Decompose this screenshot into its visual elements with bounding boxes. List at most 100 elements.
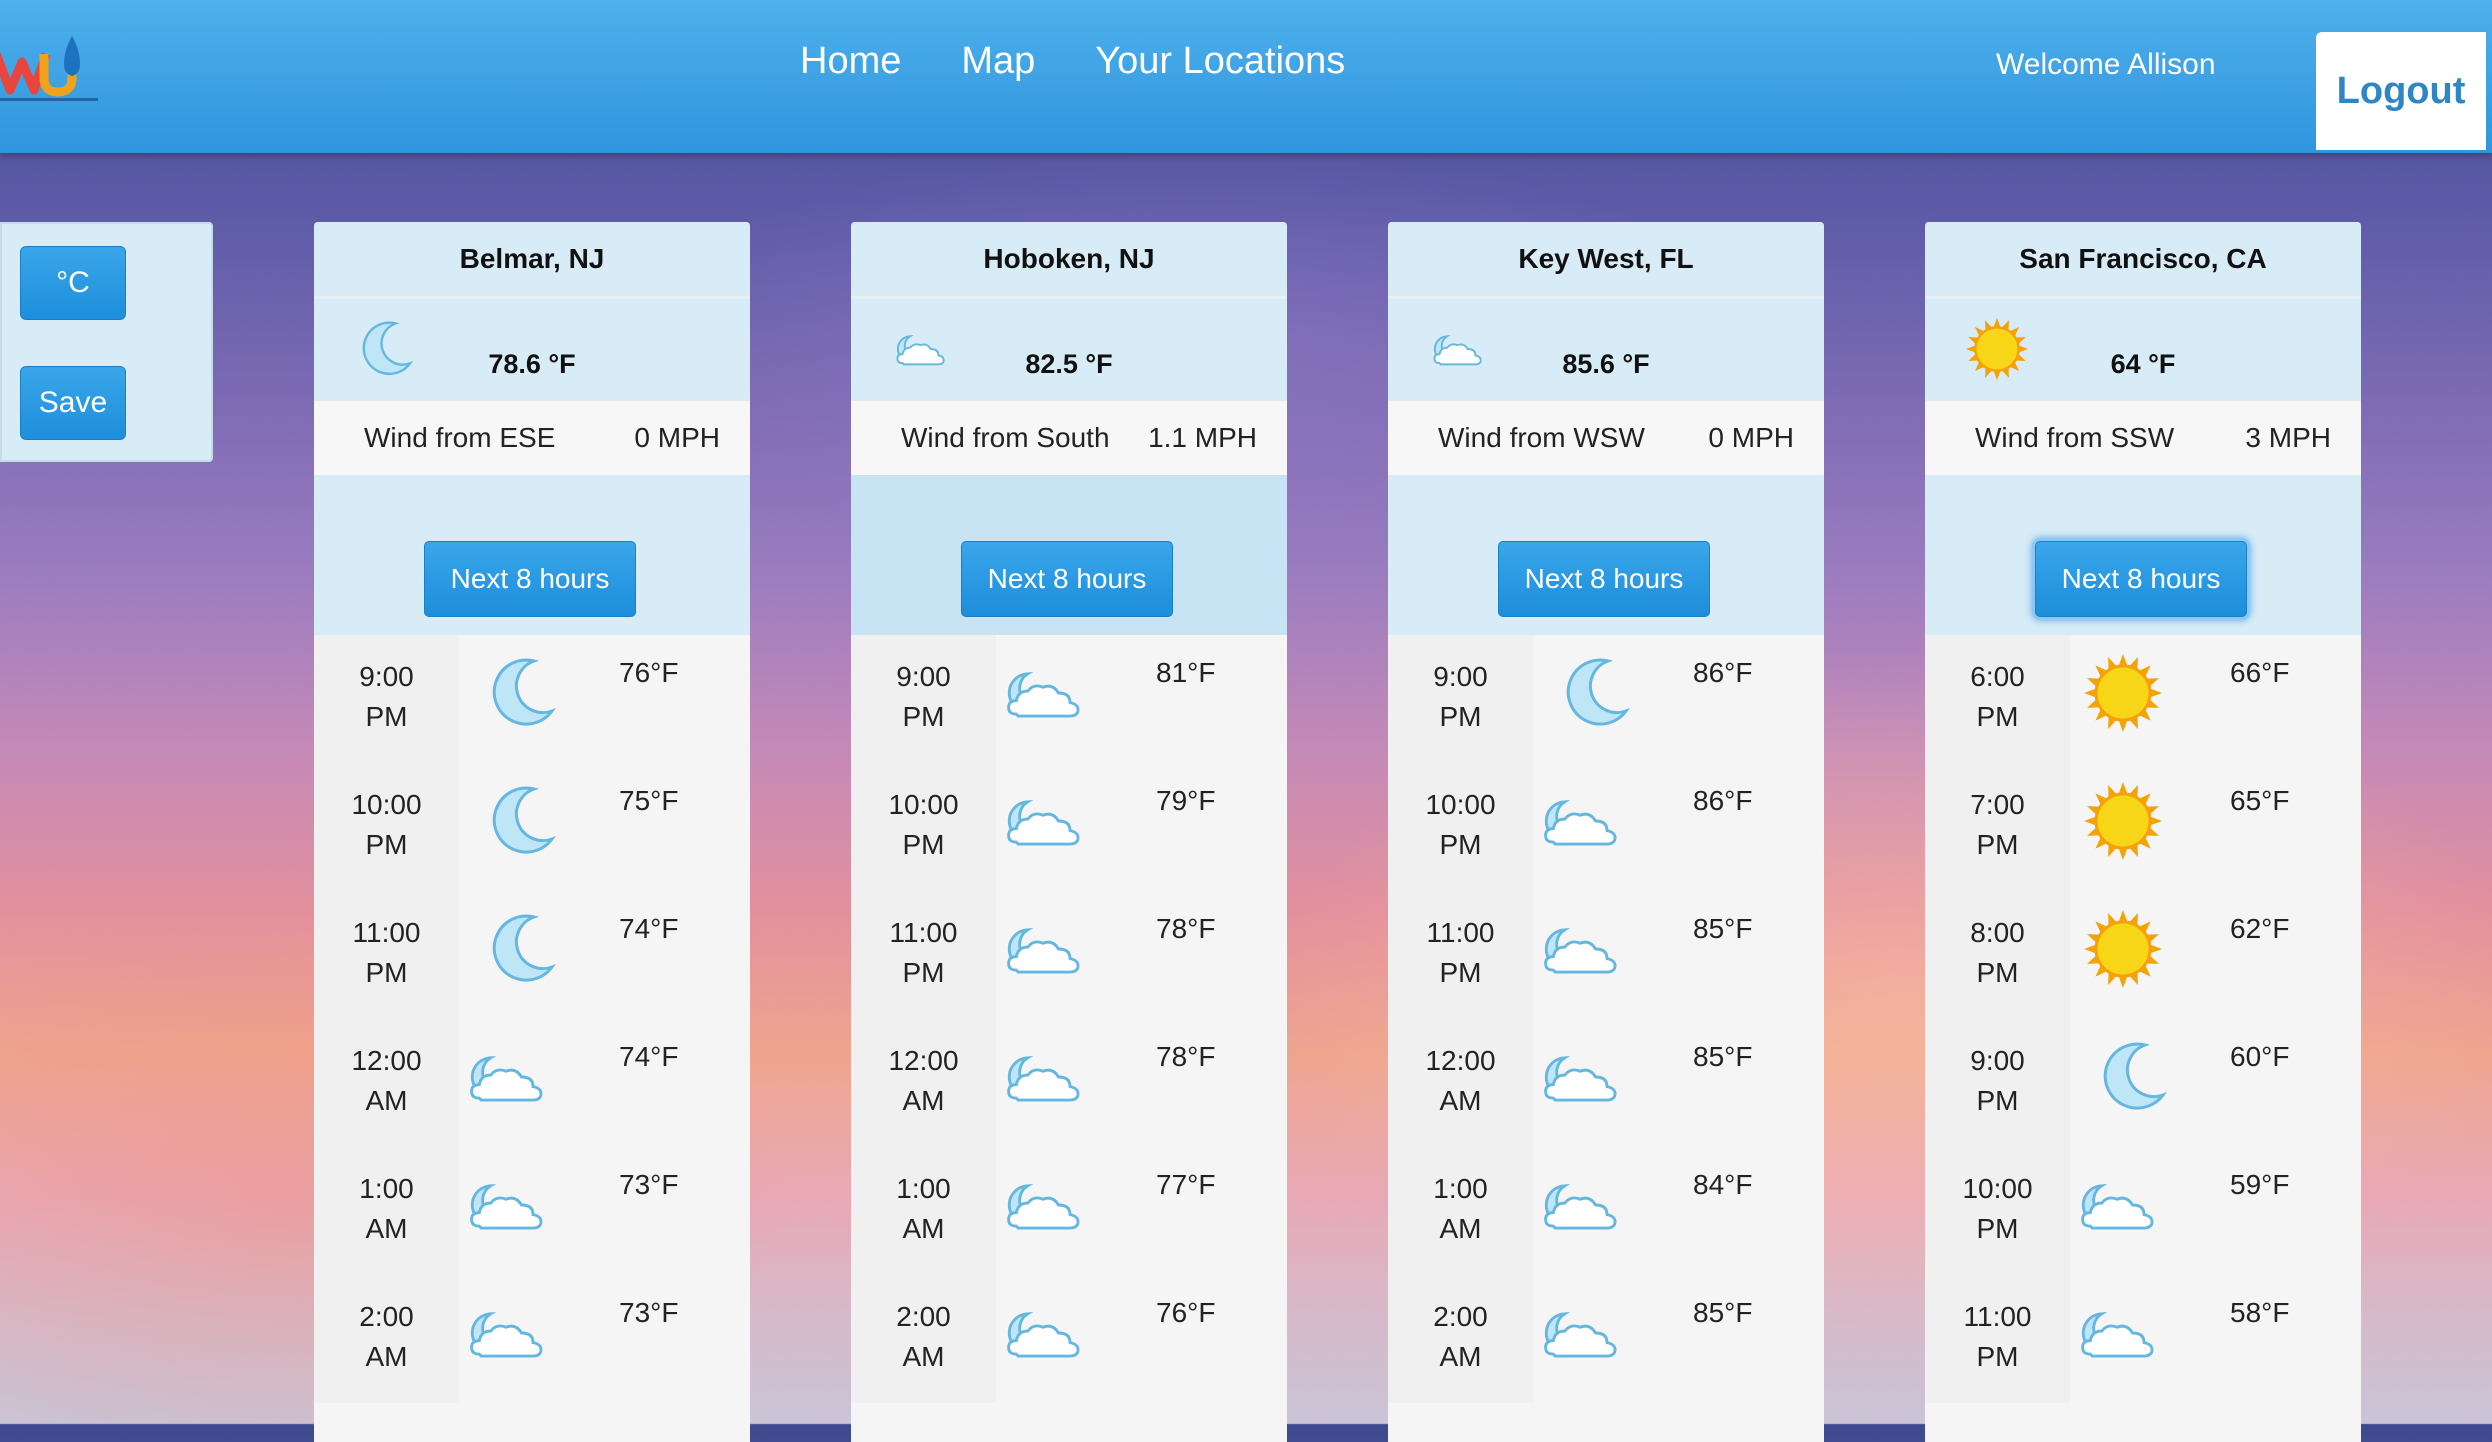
location-card: San Francisco, CA 64 °F Wind from SSW 3 MPH… bbox=[1925, 222, 2361, 1442]
hour-time-value: 2:00 AM bbox=[896, 1301, 951, 1372]
wu-logo bbox=[0, 36, 98, 101]
hour-temp: 77°F bbox=[1156, 1169, 1216, 1200]
logout-button[interactable]: Logout bbox=[2316, 32, 2486, 150]
next-8-hours-button[interactable]: Next 8 hours bbox=[424, 541, 636, 617]
next-8-hours-button[interactable]: Next 8 hours bbox=[2035, 541, 2247, 617]
partly-cloudy-night-icon bbox=[999, 1165, 1095, 1245]
hour-time-value: 10:00 PM bbox=[888, 789, 959, 860]
current-conditions: 85.6 °F bbox=[1388, 299, 1824, 401]
nav-your-locations-link[interactable]: Your Locations bbox=[1095, 40, 1345, 83]
hour-temp: 86°F bbox=[1693, 657, 1753, 688]
hourly-row: 10:00 PM 86°F bbox=[1388, 763, 1824, 891]
hour-temp: 86°F bbox=[1693, 785, 1753, 816]
wind-row: Wind from South 1.1 MPH bbox=[851, 401, 1287, 475]
hour-time: 2:00 AM bbox=[851, 1297, 996, 1377]
sun-icon bbox=[2075, 653, 2171, 733]
hour-time-value: 1:00 AM bbox=[1433, 1173, 1488, 1244]
hour-temp: 58°F bbox=[2230, 1297, 2290, 1328]
next-8-hours-button[interactable]: Next 8 hours bbox=[961, 541, 1173, 617]
hour-time-value: 11:00 PM bbox=[352, 917, 421, 988]
hourly-row: 2:00 AM 85°F bbox=[1388, 1275, 1824, 1403]
hour-time-cell: 10:00 PM bbox=[314, 763, 459, 891]
hour-temp: 66°F bbox=[2230, 657, 2290, 688]
wind-speed: 0 MPH bbox=[634, 422, 720, 453]
hour-time: 12:00 AM bbox=[851, 1041, 996, 1121]
hour-time-cell: 2:00 AM bbox=[851, 1275, 996, 1403]
moon-icon bbox=[2085, 1037, 2181, 1117]
main-nav: Home Map Your Locations bbox=[800, 40, 1345, 83]
hour-time: 9:00 PM bbox=[1388, 657, 1533, 737]
hourly-row: 1:00 AM 84°F bbox=[1388, 1147, 1824, 1275]
hour-time-value: 12:00 AM bbox=[888, 1045, 959, 1116]
hourly-row: 1:00 AM 77°F bbox=[851, 1147, 1287, 1275]
hourly-row: 8:00 PM 62°F bbox=[1925, 891, 2361, 1019]
wind-row: Wind from WSW 0 MPH bbox=[1388, 401, 1824, 475]
hourly-row: 12:00 AM 74°F bbox=[314, 1019, 750, 1147]
hour-time: 10:00 PM bbox=[1925, 1169, 2070, 1249]
location-title: San Francisco, CA bbox=[1925, 222, 2361, 299]
partly-cloudy-night-icon bbox=[1536, 1037, 1632, 1117]
hour-time: 10:00 PM bbox=[314, 785, 459, 865]
hour-temp: 76°F bbox=[1156, 1297, 1216, 1328]
location-title: Hoboken, NJ bbox=[851, 222, 1287, 299]
current-conditions: 64 °F bbox=[1925, 299, 2361, 401]
hour-temp: 79°F bbox=[1156, 785, 1216, 816]
partly-cloudy-night-icon bbox=[462, 1165, 558, 1245]
wind-direction: Wind from South bbox=[901, 422, 1110, 453]
current-temperature: 78.6 °F bbox=[488, 349, 576, 379]
hour-time-cell: 11:00 PM bbox=[1388, 891, 1533, 1019]
hour-time: 7:00 PM bbox=[1925, 785, 2070, 865]
hour-temp: 73°F bbox=[619, 1297, 679, 1328]
hourly-row: 9:00 PM 76°F bbox=[314, 635, 750, 763]
current-temperature: 82.5 °F bbox=[1025, 349, 1113, 379]
hour-time-cell: 12:00 AM bbox=[1388, 1019, 1533, 1147]
hour-temp: 74°F bbox=[619, 1041, 679, 1072]
hourly-row: 2:00 AM 73°F bbox=[314, 1275, 750, 1403]
welcome-message: Welcome Allison bbox=[1996, 48, 2216, 81]
hourly-row: 6:00 PM 66°F bbox=[1925, 635, 2361, 763]
next-8-hours-button[interactable]: Next 8 hours bbox=[1498, 541, 1710, 617]
location-title: Key West, FL bbox=[1388, 222, 1824, 299]
celsius-toggle-button[interactable]: °C bbox=[20, 246, 126, 320]
partly-cloudy-night-icon bbox=[999, 909, 1095, 989]
partly-cloudy-night-icon bbox=[462, 1293, 558, 1373]
hour-time-value: 10:00 PM bbox=[1962, 1173, 2033, 1244]
hour-time: 12:00 AM bbox=[314, 1041, 459, 1121]
sun-icon bbox=[2075, 909, 2171, 989]
hour-time: 11:00 PM bbox=[1925, 1297, 2070, 1377]
hour-temp: 74°F bbox=[619, 913, 679, 944]
hourly-row: 11:00 PM 78°F bbox=[851, 891, 1287, 1019]
hour-time-cell: 12:00 AM bbox=[314, 1019, 459, 1147]
hourly-row: 12:00 AM 78°F bbox=[851, 1019, 1287, 1147]
hour-time-cell: 1:00 AM bbox=[851, 1147, 996, 1275]
nav-map-link[interactable]: Map bbox=[961, 40, 1035, 83]
wind-speed: 3 MPH bbox=[2245, 422, 2331, 453]
hour-temp: 78°F bbox=[1156, 1041, 1216, 1072]
hour-time: 11:00 PM bbox=[1388, 913, 1533, 993]
hour-time: 11:00 PM bbox=[314, 913, 459, 993]
hour-time-value: 6:00 PM bbox=[1970, 661, 2025, 732]
hourly-row: 11:00 PM 85°F bbox=[1388, 891, 1824, 1019]
hour-time-cell: 9:00 PM bbox=[1388, 635, 1533, 763]
hour-time: 9:00 PM bbox=[314, 657, 459, 737]
hour-time-cell: 9:00 PM bbox=[1925, 1019, 2070, 1147]
nav-home-link[interactable]: Home bbox=[800, 40, 901, 83]
partly-cloudy-night-icon bbox=[1536, 909, 1632, 989]
partly-cloudy-night-icon bbox=[999, 781, 1095, 861]
hour-time-cell: 6:00 PM bbox=[1925, 635, 2070, 763]
partly-cloudy-night-icon bbox=[2073, 1293, 2169, 1373]
save-button[interactable]: Save bbox=[20, 366, 126, 440]
hour-temp: 84°F bbox=[1693, 1169, 1753, 1200]
partly-cloudy-night-icon bbox=[2073, 1165, 2169, 1245]
hour-time-value: 10:00 PM bbox=[351, 789, 422, 860]
hourly-row: 10:00 PM 59°F bbox=[1925, 1147, 2361, 1275]
hour-time: 9:00 PM bbox=[851, 657, 996, 737]
hour-time-value: 11:00 PM bbox=[1963, 1301, 2032, 1372]
hour-time: 1:00 AM bbox=[314, 1169, 459, 1249]
partly-cloudy-night-icon bbox=[462, 1037, 558, 1117]
hour-time-value: 9:00 PM bbox=[359, 661, 414, 732]
hour-time-cell: 10:00 PM bbox=[1388, 763, 1533, 891]
hour-time: 12:00 AM bbox=[1388, 1041, 1533, 1121]
hour-time-value: 2:00 AM bbox=[1433, 1301, 1488, 1372]
wind-speed: 1.1 MPH bbox=[1148, 422, 1257, 453]
